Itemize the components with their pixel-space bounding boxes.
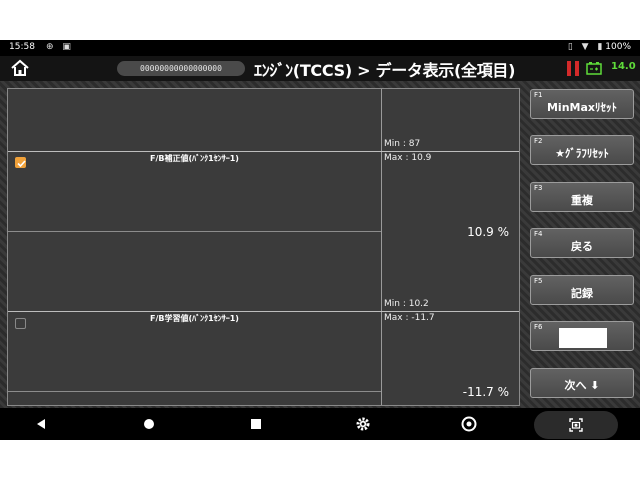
home-nav-icon[interactable] (141, 416, 157, 432)
fkey-label: 次へ ⬇ (564, 379, 600, 392)
recents-nav-icon[interactable] (248, 416, 264, 432)
fkey-label: 記録 (571, 287, 593, 300)
voltage-readout: 14.0 (611, 61, 636, 72)
car-battery-icon (586, 62, 602, 75)
fkey-label: 戻る (571, 240, 593, 253)
fkey-number: F3 (534, 184, 543, 192)
status-time: 15:58 (9, 42, 35, 52)
f6-button[interactable]: F6 (530, 321, 634, 351)
usb-icon: ⊕ (46, 42, 54, 52)
vibrate-icon: ▯ (567, 42, 573, 52)
fkey-label: 重複 (571, 194, 593, 207)
parameter-value: -11.7 % (462, 385, 509, 399)
parameter-name: F/B学習値(ﾊﾞﾝｸ1ｾﾝｻｰ1) (150, 314, 239, 323)
screenshot-icon (569, 418, 583, 432)
fkey-label: ★ｸﾞﾗﾌﾘｾｯﾄ (555, 147, 609, 160)
back-nav-icon[interactable] (33, 416, 49, 432)
fkey-number: F6 (534, 323, 543, 331)
overlap-button[interactable]: F3 重複 (530, 182, 634, 212)
max-label: Max : -11.7 (384, 313, 435, 323)
battery-percent: 100% (605, 42, 631, 52)
parameter-name: F/B補正値(ﾊﾞﾝｸ1ｾﾝｻｰ1) (150, 154, 239, 163)
navigation-bar (0, 408, 640, 440)
data-list-panel[interactable]: Min : 87 F/B補正値(ﾊﾞﾝｸ1ｾﾝｻｰ1) Max : 10.9 1… (7, 88, 520, 406)
column-divider (381, 89, 382, 405)
battery-icon: ▮ (597, 42, 603, 52)
graph-midline (8, 231, 381, 232)
page-title: ｴﾝｼﾞﾝ(TCCS) > データ表示(全項目) (254, 61, 516, 80)
max-label: Max : 10.9 (384, 153, 432, 163)
fkey-number: F2 (534, 137, 543, 145)
row-divider (8, 151, 519, 152)
record-button[interactable]: F5 記録 (530, 275, 634, 305)
settings-gear-icon[interactable] (355, 416, 371, 432)
back-button[interactable]: F4 戻る (530, 228, 634, 258)
fkey-number: F1 (534, 91, 543, 99)
graph-midline (8, 391, 381, 392)
home-icon[interactable] (10, 59, 30, 77)
row-divider (8, 311, 519, 312)
min-label: Min : 87 (384, 139, 421, 149)
minmax-reset-button[interactable]: F1 MinMaxﾘｾｯﾄ (530, 89, 634, 119)
status-bar: 15:58 ⊕ ▣ ▯ ▼ ▮ 100% (0, 40, 640, 56)
vin-display: 00000000000000000 (117, 61, 245, 76)
fkey-number: F4 (534, 230, 543, 238)
graph-reset-button[interactable]: F2 ★ｸﾞﾗﾌﾘｾｯﾄ (530, 135, 634, 165)
notification-icons: ⊕ ▣ (40, 42, 71, 52)
parameter-value: 10.9 % (467, 225, 509, 239)
redacted-label (559, 328, 607, 348)
min-label: Min : 10.2 (384, 299, 429, 309)
pause-icon[interactable] (567, 61, 579, 76)
wifi-icon: ▼ (581, 42, 589, 52)
chrome-browser-icon[interactable] (461, 416, 477, 432)
app-header: 00000000000000000 ｴﾝｼﾞﾝ(TCCS) > データ表示(全項… (0, 56, 640, 81)
next-page-button[interactable]: 次へ ⬇ (530, 368, 634, 398)
screenshot-button[interactable] (534, 411, 618, 439)
fkey-number: F5 (534, 277, 543, 285)
status-right: ▯ ▼ ▮ 100% (562, 42, 631, 52)
fkey-label: MinMaxﾘｾｯﾄ (546, 101, 617, 114)
image-icon: ▣ (62, 42, 71, 52)
